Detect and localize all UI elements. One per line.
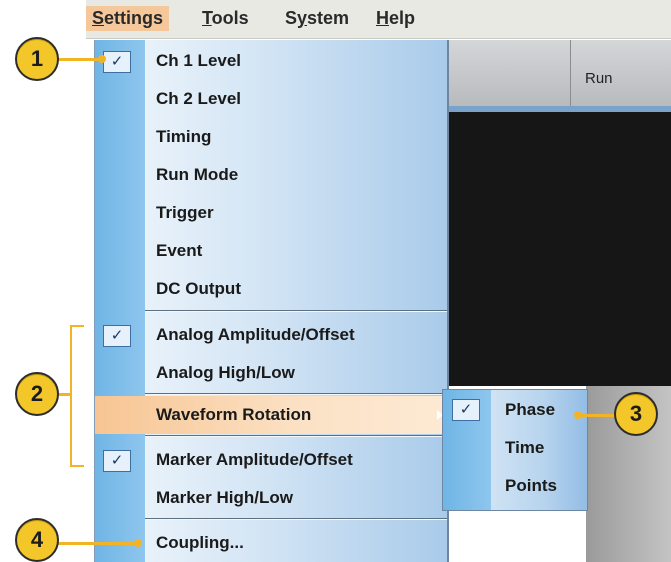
menu-item-coupling[interactable]: Coupling... bbox=[145, 524, 447, 562]
menu-item-timing[interactable]: Timing bbox=[145, 118, 447, 156]
menu-separator bbox=[145, 310, 447, 312]
menu-item-analog-amplitude-offset[interactable]: Analog Amplitude/Offset bbox=[145, 316, 447, 354]
settings-menu: ✓ Ch 1 Level Ch 2 Level Timing Run Mode … bbox=[94, 40, 449, 562]
checkmark-icon: ✓ bbox=[452, 399, 480, 421]
menu-tools[interactable]: Tools bbox=[202, 8, 249, 29]
checkmark-icon: ✓ bbox=[103, 325, 131, 347]
waveform-display bbox=[448, 112, 671, 386]
callout-4-dot bbox=[134, 539, 142, 547]
menu-item-run-mode[interactable]: Run Mode bbox=[145, 156, 447, 194]
menu-item-marker-amplitude-offset[interactable]: Marker Amplitude/Offset bbox=[145, 441, 447, 479]
menu-item-event[interactable]: Event bbox=[145, 232, 447, 270]
waveform-rotation-submenu: ✓ Phase Time Points bbox=[442, 389, 588, 511]
checkmark-icon: ✓ bbox=[103, 450, 131, 472]
submenu-item-time[interactable]: Time bbox=[491, 430, 587, 466]
menu-item-ch1-level[interactable]: Ch 1 Level bbox=[145, 42, 447, 80]
callout-3: 3 bbox=[614, 392, 658, 436]
menu-item-marker-high-low[interactable]: Marker High/Low bbox=[145, 479, 447, 517]
submenu-item-points[interactable]: Points bbox=[491, 468, 587, 504]
run-button[interactable]: Run bbox=[585, 70, 613, 87]
checkmark-icon: ✓ bbox=[103, 51, 131, 73]
callout-1: 1 bbox=[15, 37, 59, 81]
callout-4-leader bbox=[56, 542, 138, 545]
menu-item-analog-high-low[interactable]: Analog High/Low bbox=[145, 354, 447, 392]
callout-2-bracket bbox=[70, 325, 84, 467]
menu-separator bbox=[145, 393, 447, 395]
menu-item-ch2-level[interactable]: Ch 2 Level bbox=[145, 80, 447, 118]
menu-item-dc-output[interactable]: DC Output bbox=[145, 270, 447, 308]
submenu-item-phase[interactable]: Phase bbox=[491, 392, 587, 428]
callout-4: 4 bbox=[15, 518, 59, 562]
menu-separator bbox=[145, 435, 447, 437]
menu-bar: Settings Tools System Help bbox=[86, 0, 671, 39]
callout-1-dot bbox=[98, 55, 106, 63]
callout-3-leader bbox=[579, 414, 619, 417]
menu-settings[interactable]: Settings bbox=[86, 6, 170, 31]
app-toolbar bbox=[448, 40, 671, 107]
menu-item-trigger[interactable]: Trigger bbox=[145, 194, 447, 232]
menu-gutter bbox=[95, 40, 145, 562]
menu-system[interactable]: System bbox=[285, 8, 349, 29]
callout-1-leader bbox=[56, 58, 102, 61]
menu-help[interactable]: Help bbox=[376, 8, 415, 29]
callout-2: 2 bbox=[15, 372, 59, 416]
menu-separator bbox=[145, 518, 447, 520]
toolbar-divider bbox=[570, 40, 571, 106]
menu-item-waveform-rotation[interactable]: Waveform Rotation bbox=[95, 396, 447, 434]
